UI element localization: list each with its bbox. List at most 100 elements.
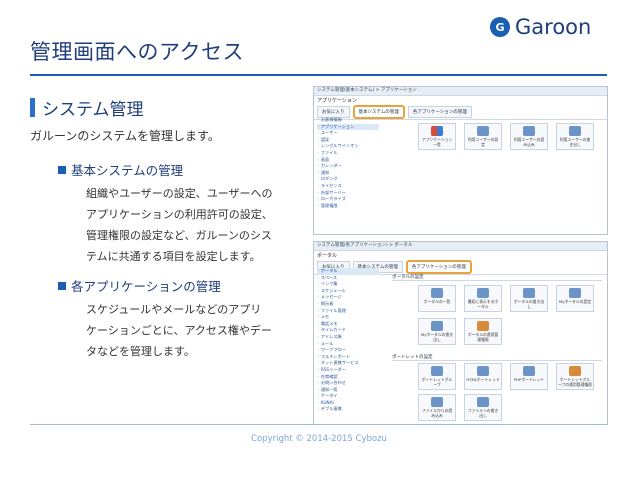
sidebar-item[interactable]: アプリケーション: [317, 123, 379, 131]
description-line: テムに共通する項目を設定します。: [86, 250, 261, 263]
applications-screenshot: システム管理(各アプリケーション) > ポータル ポータル お気に入り 基本シス…: [313, 241, 608, 425]
sidebar-item[interactable]: スペース: [317, 275, 379, 282]
description-line: タなどを管理します。: [86, 345, 195, 358]
sidebar-item[interactable]: ユーザー: [317, 130, 379, 137]
sidebar-item[interactable]: デブル連携: [317, 406, 379, 413]
description-line: ケーションごとに、アクセス権やデー: [86, 324, 272, 337]
sidebar-item[interactable]: シングルサインオン: [317, 143, 379, 150]
html-portlet-button[interactable]: HTMLポートレット: [464, 363, 502, 390]
sidebar-item[interactable]: 掲示板: [317, 301, 379, 308]
section-title: システム管理: [42, 100, 144, 120]
sidebar-item[interactable]: お客様情報: [317, 117, 379, 124]
portlet-admin-rights-button[interactable]: ポートレットグループの運用管理権限: [556, 363, 594, 390]
sidebar-item[interactable]: 管理権限: [317, 203, 379, 210]
basic-system-description: 組織やユーザーの設定、ユーザーへの アプリケーションの利用許可の設定、 管理権限…: [86, 183, 273, 267]
portlet-group-button[interactable]: ポートレットグループ: [418, 363, 456, 390]
bullet-basic-system-label: 基本システムの管理: [71, 163, 184, 178]
portal-icon: [431, 288, 443, 298]
sidebar-item[interactable]: メッセージ: [317, 294, 379, 301]
portal-list-button[interactable]: ポータルの一覧: [418, 285, 456, 312]
description-line: スケジュールやメールなどのアプリ: [86, 303, 262, 316]
sidebar-item[interactable]: ローカライズ: [317, 196, 379, 203]
file-import-button[interactable]: ファイルからの読み込み: [418, 394, 456, 421]
admin-user-icon: [569, 366, 581, 376]
sidebar-item[interactable]: ファイル管理: [317, 308, 379, 315]
sidebar-item[interactable]: RSSリーダー: [317, 367, 379, 374]
admin-user-icon: [477, 321, 489, 331]
footer-divider: [30, 424, 607, 425]
tab-applications[interactable]: 各アプリケーションの管理: [407, 106, 472, 118]
title-divider: [30, 74, 607, 76]
portal-icon: [477, 288, 489, 298]
copyright: Copyright © 2014-2015 Cybozu: [251, 434, 387, 444]
garoon-logo-text: Garoon: [515, 15, 592, 39]
sidebar-item[interactable]: 電話メモ: [317, 321, 379, 328]
sidebar: ポータル スペース リンク集 スケジュール メッセージ 掲示板 ファイル管理 メ…: [317, 268, 379, 413]
sidebar-item[interactable]: ロギング: [317, 176, 379, 183]
sidebar-item[interactable]: リンク集: [317, 281, 379, 288]
portal-export-button[interactable]: ポータルの書き出し: [510, 285, 548, 312]
import-icon: [431, 397, 443, 407]
bullet-square-icon: [58, 281, 66, 290]
basic-system-screenshot: システム管理(基本システム) > アプリケーション アプリケーション お気に入り…: [313, 86, 608, 235]
sidebar-item[interactable]: メモ: [317, 314, 379, 321]
sidebar-item[interactable]: 外部サーバー: [317, 190, 379, 197]
export-icon: [523, 288, 535, 298]
section-heading: システム管理: [30, 95, 144, 120]
section-bar: [30, 98, 35, 117]
applications-description: スケジュールやメールなどのアプリ ケーションごとに、アクセス権やデー タなどを管…: [86, 299, 272, 362]
sidebar-item[interactable]: アドレス帳: [317, 334, 379, 341]
sidebar-item[interactable]: ライセンス: [317, 183, 379, 190]
tab-applications[interactable]: 各アプリケーションの管理: [405, 260, 472, 274]
sidebar-item[interactable]: お問い合わせ: [317, 380, 379, 387]
sidebar-item[interactable]: ポータル: [317, 268, 379, 275]
portlet-icon-row-1: ポートレットグループ HTMLポートレット PHPポートレット ポートレットグル…: [418, 363, 594, 390]
sidebar-item[interactable]: マルチレポート: [317, 354, 379, 361]
bullet-square-icon: [58, 165, 66, 174]
user-export-button[interactable]: 利用ユーザーの書き出し: [556, 123, 594, 150]
user-import-button[interactable]: 利用ユーザーの読み込み: [510, 123, 548, 150]
sidebar-item[interactable]: ワークフロー: [317, 347, 379, 354]
sidebar-item[interactable]: 画面: [317, 157, 379, 164]
sidebar-item[interactable]: ネット連携サービス: [317, 360, 379, 367]
sidebar-item[interactable]: 在席確認: [317, 374, 379, 381]
app-list-button[interactable]: アプリケーション一覧: [418, 123, 456, 150]
portal-icon-row-1: ポータルの一覧 最初に表示するポータル ポータルの書き出し Myポータルの設定: [418, 285, 594, 312]
sidebar-item[interactable]: ファイル: [317, 150, 379, 157]
portlet-settings-heading: ポートレットの設定: [392, 354, 602, 361]
sidebar-item[interactable]: ケータイ: [317, 393, 379, 400]
page-title: 管理画面へのアクセス: [30, 40, 244, 64]
screen-subtitle: アプリケーション: [317, 98, 357, 104]
bullet-applications: 各アプリケーションの管理: [58, 276, 221, 295]
my-portal-settings-button[interactable]: Myポータルの設定: [556, 285, 594, 312]
user-settings-button[interactable]: 利用ユーザーの設定: [464, 123, 502, 150]
sidebar-item[interactable]: 認証: [317, 137, 379, 144]
portal-icon-row-2: Myポータルの書き出し ポータルの運用管理権限: [418, 318, 502, 345]
sidebar-item[interactable]: 通知: [317, 170, 379, 177]
file-export-button[interactable]: ファイルへの書き出し: [464, 394, 502, 421]
sidebar-item[interactable]: メール: [317, 341, 379, 348]
portal-admin-rights-button[interactable]: ポータルの運用管理権限: [464, 318, 502, 345]
sidebar-item[interactable]: 通知一覧: [317, 387, 379, 394]
bullet-applications-label: 各アプリケーションの管理: [71, 279, 221, 294]
app-icon-row: アプリケーション一覧 利用ユーザーの設定 利用ユーザーの読み込み 利用ユーザーの…: [418, 123, 594, 150]
sidebar-item[interactable]: カレンダー: [317, 163, 379, 170]
sidebar-item[interactable]: タイムカード: [317, 327, 379, 334]
apps-icon: [431, 126, 443, 136]
portal-icon: [569, 288, 581, 298]
sidebar: お客様情報 アプリケーション ユーザー 認証 シングルサインオン ファイル 画面…: [317, 117, 379, 209]
first-portal-button[interactable]: 最初に表示するポータル: [464, 285, 502, 312]
my-portal-export-button[interactable]: Myポータルの書き出し: [418, 318, 456, 345]
description-line: 管理権限の設定など、ガルーンのシス: [86, 229, 272, 242]
description-line: 組織やユーザーの設定、ユーザーへの: [86, 187, 273, 200]
breadcrumb: システム管理(基本システム) > アプリケーション: [314, 87, 607, 96]
php-portlet-button[interactable]: PHPポートレット: [510, 363, 548, 390]
sidebar-item[interactable]: スケジュール: [317, 288, 379, 295]
portal-settings-heading: ポータルの設定: [392, 274, 602, 281]
sidebar-item[interactable]: KUNAI: [317, 400, 379, 407]
bullet-basic-system: 基本システムの管理: [58, 160, 183, 179]
portlet-icon: [431, 366, 443, 376]
intro-text: ガルーンのシステムを管理します。: [30, 129, 220, 143]
export-icon: [569, 126, 581, 136]
description-line: アプリケーションの利用許可の設定、: [86, 208, 273, 221]
